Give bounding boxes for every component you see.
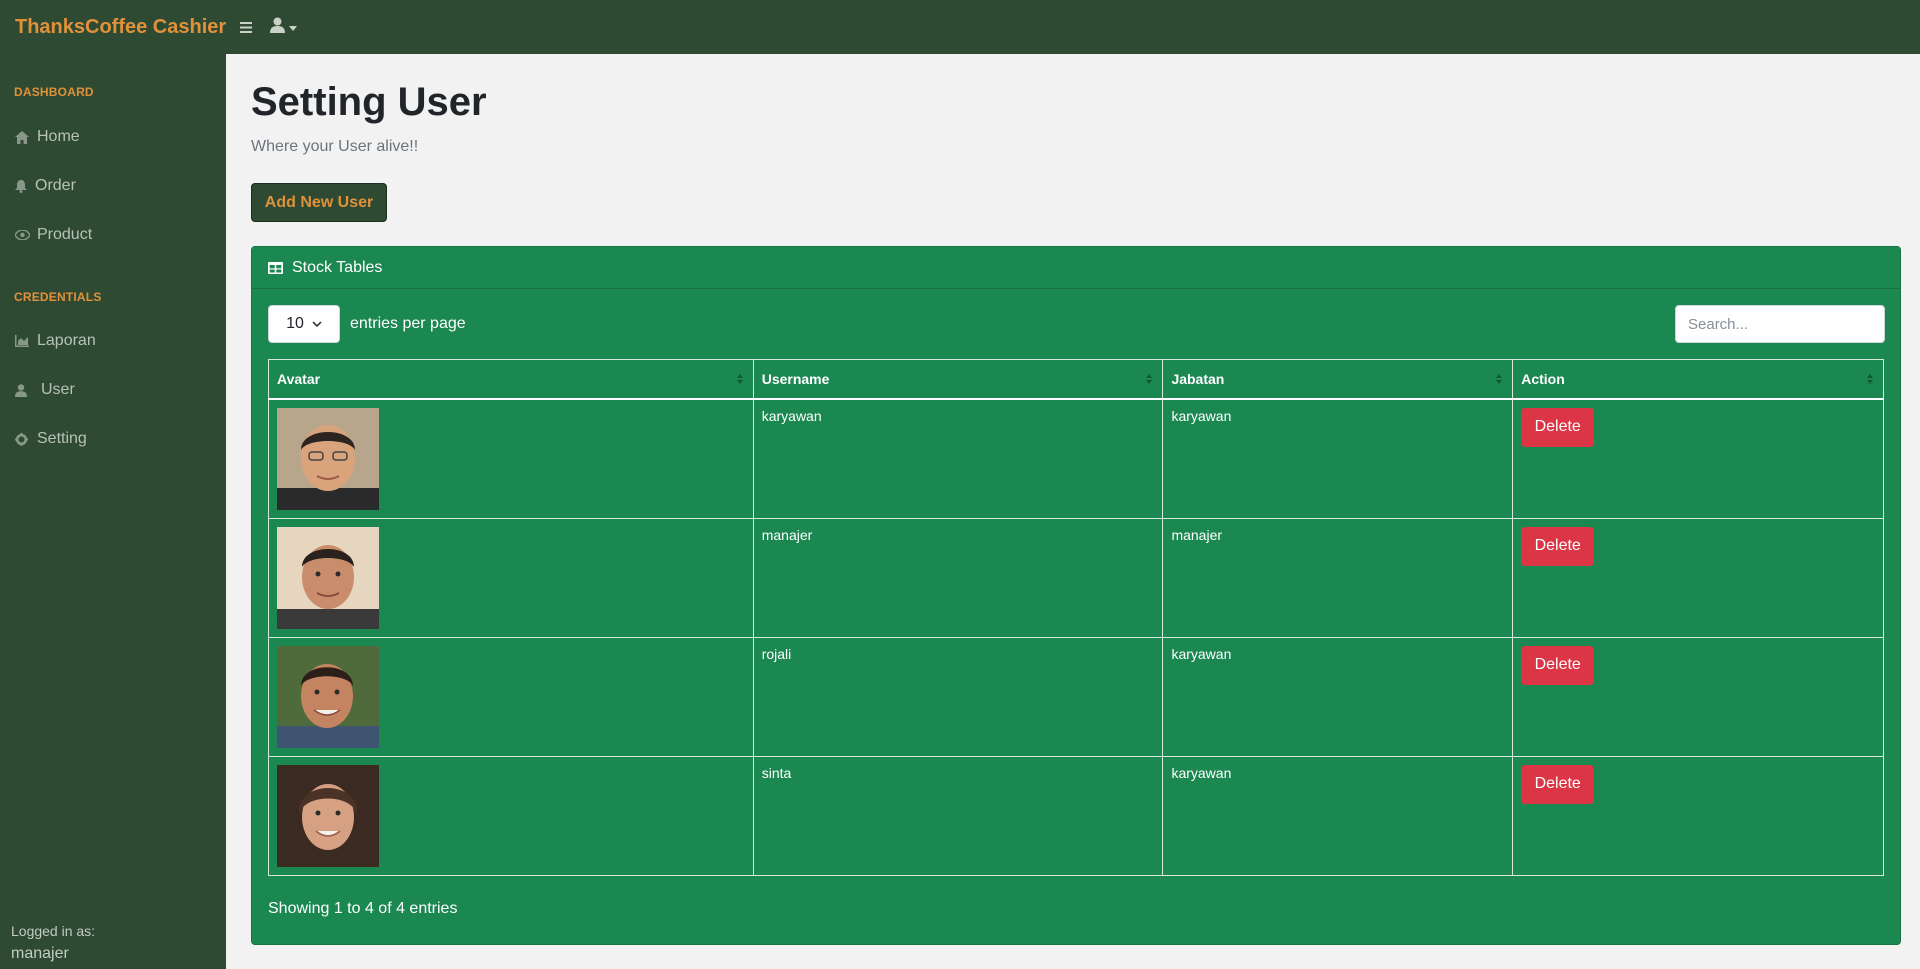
avatar-cell	[268, 755, 754, 876]
page-title: Setting User	[251, 80, 487, 124]
jabatan-cell: karyawan	[1162, 398, 1514, 519]
jabatan-cell: karyawan	[1162, 755, 1514, 876]
stock-tables-card: Stock Tables 10 entries per page Avatar …	[251, 246, 1901, 945]
user-icon	[270, 17, 285, 38]
entries-select-value: 10	[286, 315, 304, 332]
avatar-photo	[277, 764, 379, 867]
logged-in-label: Logged in as:	[11, 923, 96, 939]
username-cell: rojali	[752, 636, 1164, 757]
table-row: sinta karyawan Delete	[268, 755, 1884, 876]
sidebar-item-label: Laporan	[37, 332, 96, 349]
sort-icon	[1146, 373, 1153, 384]
table-row: rojali karyawan Delete	[268, 636, 1884, 757]
jabatan-cell: karyawan	[1162, 636, 1514, 757]
action-cell: Delete	[1512, 517, 1884, 638]
chevron-down-icon	[289, 25, 297, 31]
sidebar-heading-dashboard: DASHBOARD	[14, 85, 94, 99]
user-dropdown[interactable]	[270, 17, 297, 38]
avatar-cell	[268, 517, 754, 638]
sort-icon	[736, 373, 743, 384]
table-header-row: Avatar Username Jabatan Action	[268, 359, 1884, 400]
entries-select[interactable]: 10	[268, 305, 340, 343]
delete-button[interactable]: Delete	[1521, 407, 1595, 447]
entries-per-page: 10 entries per page	[268, 305, 466, 343]
action-cell: Delete	[1512, 636, 1884, 757]
top-navbar: ThanksCoffee Cashier	[0, 0, 1920, 54]
sidebar-item-setting[interactable]: Setting	[0, 415, 226, 463]
sidebar-item-product[interactable]: Product	[0, 211, 226, 259]
home-icon	[15, 130, 37, 144]
column-header-username[interactable]: Username	[752, 359, 1164, 400]
table-row: karyawan karyawan Delete	[268, 398, 1884, 519]
search-input[interactable]	[1675, 305, 1885, 343]
avatar-cell	[268, 398, 754, 519]
brand-title[interactable]: ThanksCoffee Cashier	[0, 16, 232, 39]
sidebar-item-label: Product	[37, 226, 93, 243]
table-info: Showing 1 to 4 of 4 entries	[268, 900, 458, 917]
main-content: Setting User Where your User alive!! Add…	[226, 54, 1920, 969]
table-icon	[268, 261, 283, 274]
chart-area-icon	[15, 335, 37, 347]
user-icon	[15, 383, 41, 397]
sidebar-item-laporan[interactable]: Laporan	[0, 317, 226, 365]
logged-in-info: Logged in as: manajer	[11, 923, 95, 963]
bell-icon	[15, 179, 35, 193]
delete-button[interactable]: Delete	[1521, 526, 1595, 566]
avatar-photo	[277, 407, 379, 510]
delete-button[interactable]: Delete	[1521, 764, 1595, 804]
jabatan-cell: manajer	[1162, 517, 1514, 638]
avatar-photo	[277, 645, 379, 748]
eye-icon	[15, 230, 37, 240]
action-cell: Delete	[1512, 398, 1884, 519]
column-header-avatar[interactable]: Avatar	[268, 359, 754, 400]
column-header-jabatan[interactable]: Jabatan	[1162, 359, 1514, 400]
sort-icon	[1867, 373, 1873, 384]
card-header: Stock Tables	[252, 247, 1900, 289]
bars-icon	[240, 17, 252, 37]
sidebar-item-label: Home	[37, 128, 80, 145]
column-header-action[interactable]: Action	[1512, 359, 1884, 400]
sidebar-item-order[interactable]: Order	[0, 162, 226, 210]
card-title: Stock Tables	[292, 258, 383, 276]
logged-in-user: manajer	[11, 945, 69, 962]
sidebar-item-label: Setting	[37, 430, 87, 447]
username-cell: sinta	[752, 755, 1164, 876]
chevron-down-icon	[312, 321, 322, 327]
sidebar-item-home[interactable]: Home	[0, 113, 226, 161]
entries-label: entries per page	[350, 315, 466, 332]
action-cell: Delete	[1512, 755, 1884, 876]
gear-icon	[15, 432, 37, 446]
users-table: Avatar Username Jabatan Action karyawan …	[268, 359, 1884, 876]
sidebar-item-label: Order	[35, 177, 76, 194]
sidebar: DASHBOARD Home Order Product CREDENTIALS…	[0, 54, 226, 969]
add-new-user-button[interactable]: Add New User	[251, 183, 387, 222]
username-cell: manajer	[752, 517, 1164, 638]
sidebar-item-label: User	[41, 381, 75, 398]
page-subtitle: Where your User alive!!	[251, 138, 419, 155]
avatar-cell	[268, 636, 754, 757]
sort-icon	[1496, 373, 1503, 384]
sidebar-heading-credentials: CREDENTIALS	[14, 290, 102, 304]
sidebar-toggle-button[interactable]	[232, 17, 260, 38]
username-cell: karyawan	[752, 398, 1164, 519]
avatar-photo	[277, 526, 379, 629]
delete-button[interactable]: Delete	[1521, 645, 1595, 685]
sidebar-item-user[interactable]: User	[0, 366, 226, 414]
table-row: manajer manajer Delete	[268, 517, 1884, 638]
